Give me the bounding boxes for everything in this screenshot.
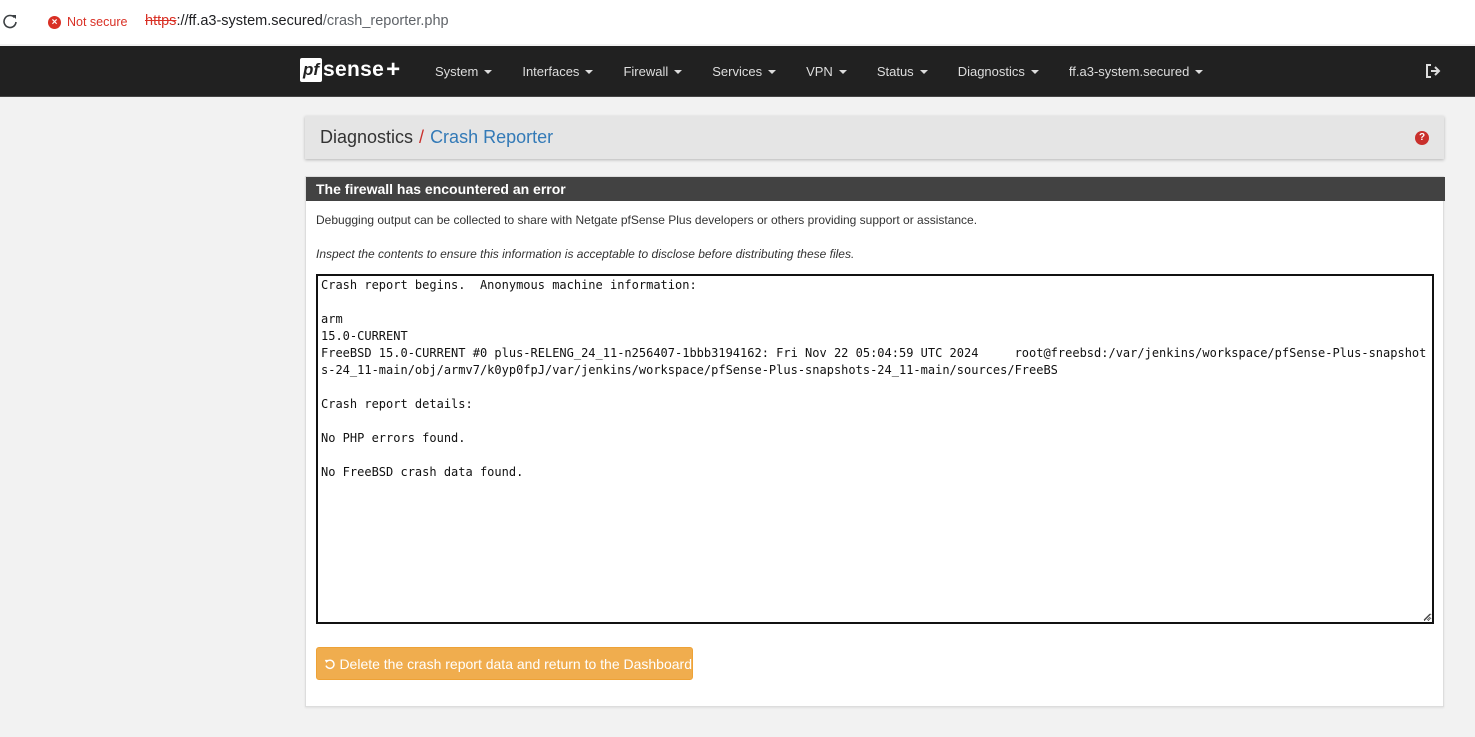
panel-warning: Inspect the contents to ensure this info… — [316, 247, 855, 261]
nav-label: ff.a3-system.secured — [1068, 64, 1190, 79]
delete-crash-report-button[interactable]: Delete the crash report data and return … — [316, 647, 693, 680]
nav-label: Services — [712, 64, 763, 79]
nav-label: System — [435, 64, 479, 79]
nav-menu: System Interfaces Firewall Services VPN … — [420, 46, 1218, 97]
nav-hostname[interactable]: ff.a3-system.secured — [1054, 64, 1218, 79]
crash-report-panel: The firewall has encountered an error De… — [305, 176, 1445, 707]
security-chip[interactable]: × Not secure — [42, 10, 133, 34]
crash-report-textarea[interactable]: Crash report begins. Anonymous machine i… — [316, 274, 1434, 624]
logo-sense: sense — [323, 58, 385, 81]
url-host: ://ff.a3-system.secured — [176, 13, 323, 29]
caret-down-icon — [484, 69, 493, 74]
resize-grip-icon[interactable] — [1423, 613, 1431, 621]
delete-button-label: Delete the crash report data and return … — [339, 655, 692, 672]
nav-diagnostics[interactable]: Diagnostics — [943, 64, 1054, 79]
top-navbar: pf sense + System Interfaces Firewall Se… — [0, 46, 1475, 97]
reload-icon[interactable] — [2, 13, 18, 29]
panel-title: The firewall has encountered an error — [306, 177, 1445, 201]
caret-down-icon — [768, 69, 777, 74]
url-path: /crash_reporter.php — [322, 13, 449, 29]
pfsense-logo[interactable]: pf sense + — [300, 56, 400, 84]
caret-down-icon — [674, 69, 683, 74]
security-label: Not secure — [67, 15, 128, 29]
caret-down-icon — [919, 69, 928, 74]
caret-down-icon — [838, 69, 847, 74]
caret-down-icon — [1195, 69, 1204, 74]
caret-down-icon — [1030, 69, 1039, 74]
caret-down-icon — [585, 69, 594, 74]
logout-icon[interactable] — [1424, 62, 1442, 80]
breadcrumb-diagnostics[interactable]: Diagnostics — [320, 127, 413, 147]
nav-label: Diagnostics — [957, 64, 1025, 79]
nav-label: Status — [876, 64, 914, 79]
url-text[interactable]: https://ff.a3-system.secured/crash_repor… — [145, 13, 449, 29]
crash-report-text: Crash report begins. Anonymous machine i… — [321, 278, 1427, 479]
nav-firewall[interactable]: Firewall — [608, 64, 697, 79]
url-scheme: https — [145, 13, 177, 29]
logo-plus: + — [386, 56, 401, 83]
logo-pf: pf — [300, 58, 323, 82]
nav-services[interactable]: Services — [697, 64, 791, 79]
nav-label: Interfaces — [522, 64, 580, 79]
breadcrumb: Diagnostics / Crash Reporter — [320, 127, 553, 148]
panel-description: Debugging output can be collected to sha… — [316, 213, 978, 227]
nav-vpn[interactable]: VPN — [791, 64, 862, 79]
not-secure-icon: × — [48, 15, 61, 29]
breadcrumb-separator: / — [419, 127, 425, 147]
undo-icon — [324, 658, 335, 669]
nav-label: Firewall — [623, 64, 669, 79]
nav-label: VPN — [806, 64, 833, 79]
breadcrumb-crash-reporter[interactable]: Crash Reporter — [430, 127, 553, 147]
nav-interfaces[interactable]: Interfaces — [507, 64, 608, 79]
browser-address-bar: × Not secure https://ff.a3-system.secure… — [0, 0, 1475, 44]
nav-status[interactable]: Status — [862, 64, 943, 79]
help-icon[interactable]: ? — [1415, 131, 1429, 145]
breadcrumb-bar: Diagnostics / Crash Reporter ? — [305, 116, 1444, 159]
nav-system[interactable]: System — [420, 64, 507, 79]
